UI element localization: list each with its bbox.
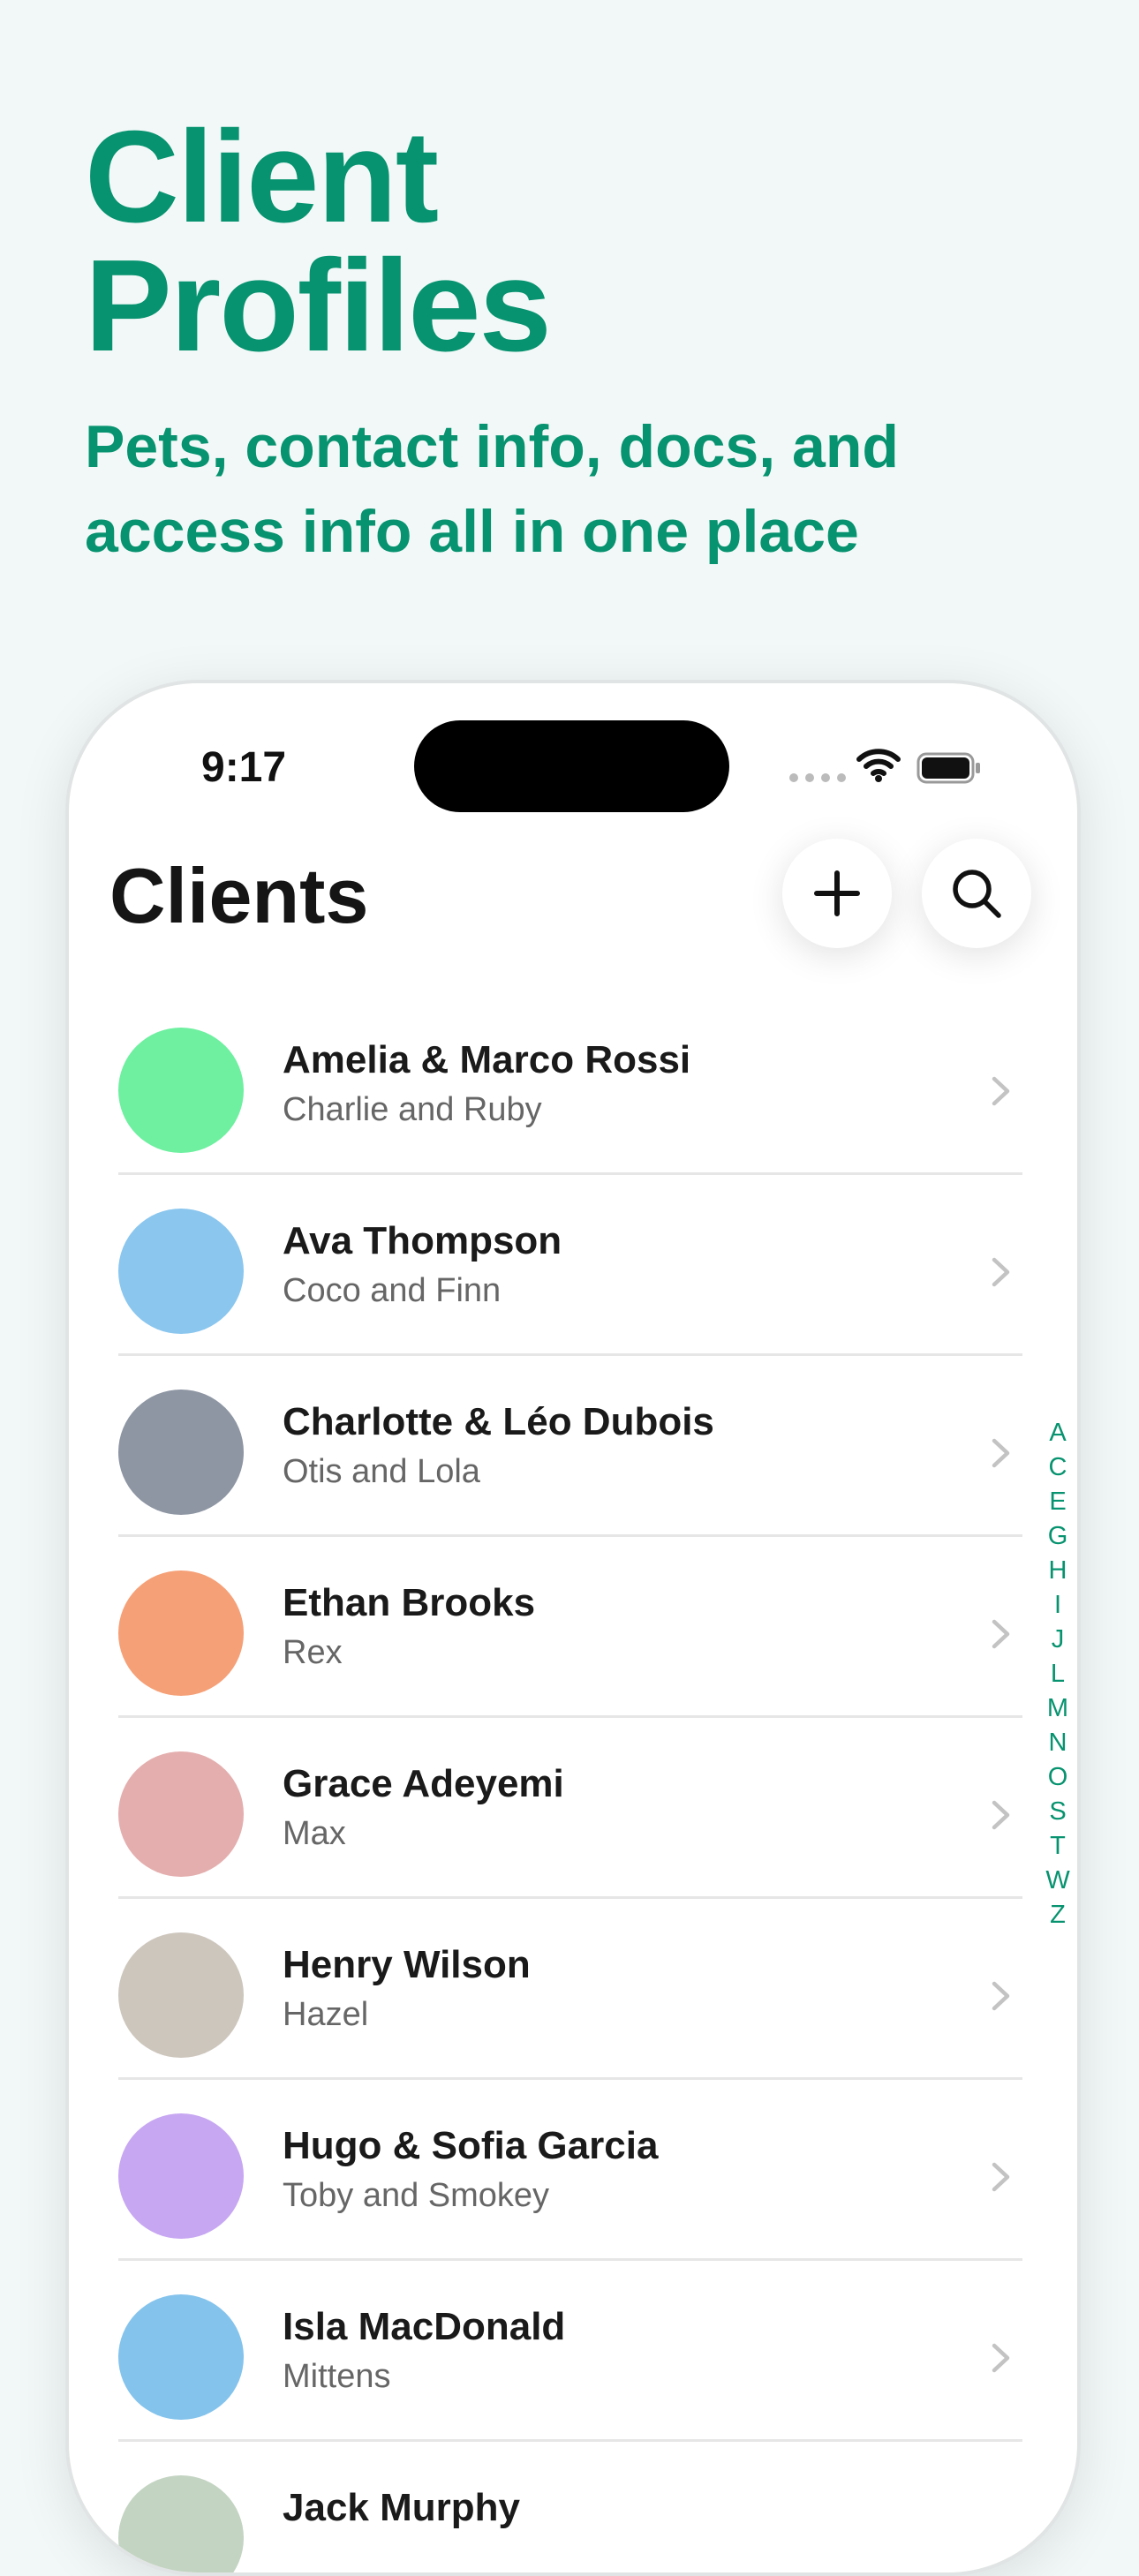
- hero-subtitle-line2: access info all in one place: [85, 498, 859, 565]
- client-name: Grace Adeyemi: [283, 1762, 564, 1805]
- alphabet-index[interactable]: A C E G H I J L M N O S T W Z: [1040, 1416, 1075, 1932]
- hero-title: Client Profiles: [85, 112, 879, 372]
- client-row[interactable]: Hugo & Sofia Garcia Toby and Smokey: [118, 2080, 1022, 2261]
- client-row[interactable]: Charlotte & Léo Dubois Otis and Lola: [118, 1356, 1022, 1537]
- avatar: [118, 2475, 244, 2572]
- avatar: [118, 2113, 244, 2239]
- client-name: Henry Wilson: [283, 1943, 531, 1986]
- chevron-right-icon: [992, 1981, 1010, 2011]
- screen-title: Clients: [109, 852, 369, 939]
- client-pets: Hazel: [283, 1996, 369, 2033]
- plus-icon: [814, 870, 860, 916]
- index-letter[interactable]: L: [1051, 1657, 1065, 1691]
- avatar: [118, 1390, 244, 1515]
- avatar: [118, 2294, 244, 2420]
- client-row[interactable]: Isla MacDonald Mittens: [118, 2261, 1022, 2442]
- phone-frame: 9:17 Clients Amelia & Marco Rossi Charli…: [65, 680, 1081, 2576]
- index-letter[interactable]: M: [1047, 1691, 1068, 1726]
- hero-subtitle: Pets, contact info, docs, and access inf…: [85, 404, 1056, 574]
- client-pets: Toby and Smokey: [283, 2177, 550, 2214]
- index-letter[interactable]: T: [1050, 1829, 1066, 1864]
- index-letter[interactable]: A: [1049, 1416, 1066, 1450]
- client-pets: Otis and Lola: [283, 1453, 480, 1490]
- chevron-right-icon: [992, 1800, 1010, 1830]
- avatar: [118, 1932, 244, 2058]
- avatar: [118, 1751, 244, 1877]
- client-pets: Mittens: [283, 2358, 391, 2395]
- chevron-right-icon: [992, 2162, 1010, 2192]
- index-letter[interactable]: S: [1049, 1795, 1066, 1829]
- index-letter[interactable]: C: [1049, 1450, 1067, 1485]
- add-client-button[interactable]: [782, 839, 892, 948]
- dynamic-island: [414, 720, 729, 812]
- chevron-right-icon: [992, 1257, 1010, 1287]
- client-name: Ethan Brooks: [283, 1581, 536, 1624]
- client-pets: Charlie and Ruby: [283, 1091, 542, 1128]
- chevron-right-icon: [992, 1619, 1010, 1649]
- index-letter[interactable]: E: [1049, 1485, 1066, 1519]
- index-letter[interactable]: I: [1054, 1588, 1061, 1623]
- battery-icon: [916, 752, 980, 784]
- index-letter[interactable]: G: [1048, 1519, 1068, 1554]
- client-pets: Rex: [283, 1634, 343, 1671]
- index-letter[interactable]: H: [1049, 1554, 1067, 1588]
- client-row[interactable]: Ethan Brooks Rex: [118, 1537, 1022, 1718]
- client-name: Ava Thompson: [283, 1219, 562, 1262]
- client-name: Charlotte & Léo Dubois: [283, 1400, 714, 1443]
- index-letter[interactable]: J: [1052, 1623, 1065, 1657]
- client-name: Hugo & Sofia Garcia: [283, 2124, 659, 2167]
- client-name: Isla MacDonald: [283, 2305, 566, 2348]
- cellular-signal-icon: [789, 773, 846, 782]
- client-pets: Max: [283, 1815, 346, 1852]
- client-row[interactable]: Jack Murphy: [118, 2442, 1022, 2572]
- clients-list: Amelia & Marco Rossi Charlie and Ruby Av…: [118, 994, 1022, 2572]
- index-letter[interactable]: O: [1048, 1760, 1068, 1795]
- avatar: [118, 1028, 244, 1153]
- hero-subtitle-line1: Pets, contact info, docs, and: [85, 413, 899, 480]
- search-button[interactable]: [922, 839, 1031, 948]
- index-letter[interactable]: Z: [1050, 1898, 1066, 1932]
- index-letter[interactable]: N: [1049, 1726, 1067, 1760]
- hero-title-line1: Client: [85, 104, 439, 250]
- client-name: Amelia & Marco Rossi: [283, 1038, 691, 1081]
- search-icon: [953, 870, 1001, 918]
- hero-title-line2: Profiles: [85, 233, 552, 379]
- avatar: [118, 1209, 244, 1334]
- client-row[interactable]: Grace Adeyemi Max: [118, 1718, 1022, 1899]
- client-pets: Coco and Finn: [283, 1272, 502, 1309]
- chevron-right-icon: [992, 1076, 1010, 1106]
- chevron-right-icon: [992, 1438, 1010, 1468]
- status-time: 9:17: [201, 744, 287, 791]
- client-row[interactable]: Ava Thompson Coco and Finn: [118, 1175, 1022, 1356]
- chevron-right-icon: [992, 2343, 1010, 2373]
- client-name: Jack Murphy: [283, 2486, 520, 2529]
- client-row[interactable]: Amelia & Marco Rossi Charlie and Ruby: [118, 994, 1022, 1175]
- wifi-icon: [856, 749, 901, 782]
- index-letter[interactable]: W: [1045, 1864, 1069, 1898]
- avatar: [118, 1570, 244, 1696]
- client-row[interactable]: Henry Wilson Hazel: [118, 1899, 1022, 2080]
